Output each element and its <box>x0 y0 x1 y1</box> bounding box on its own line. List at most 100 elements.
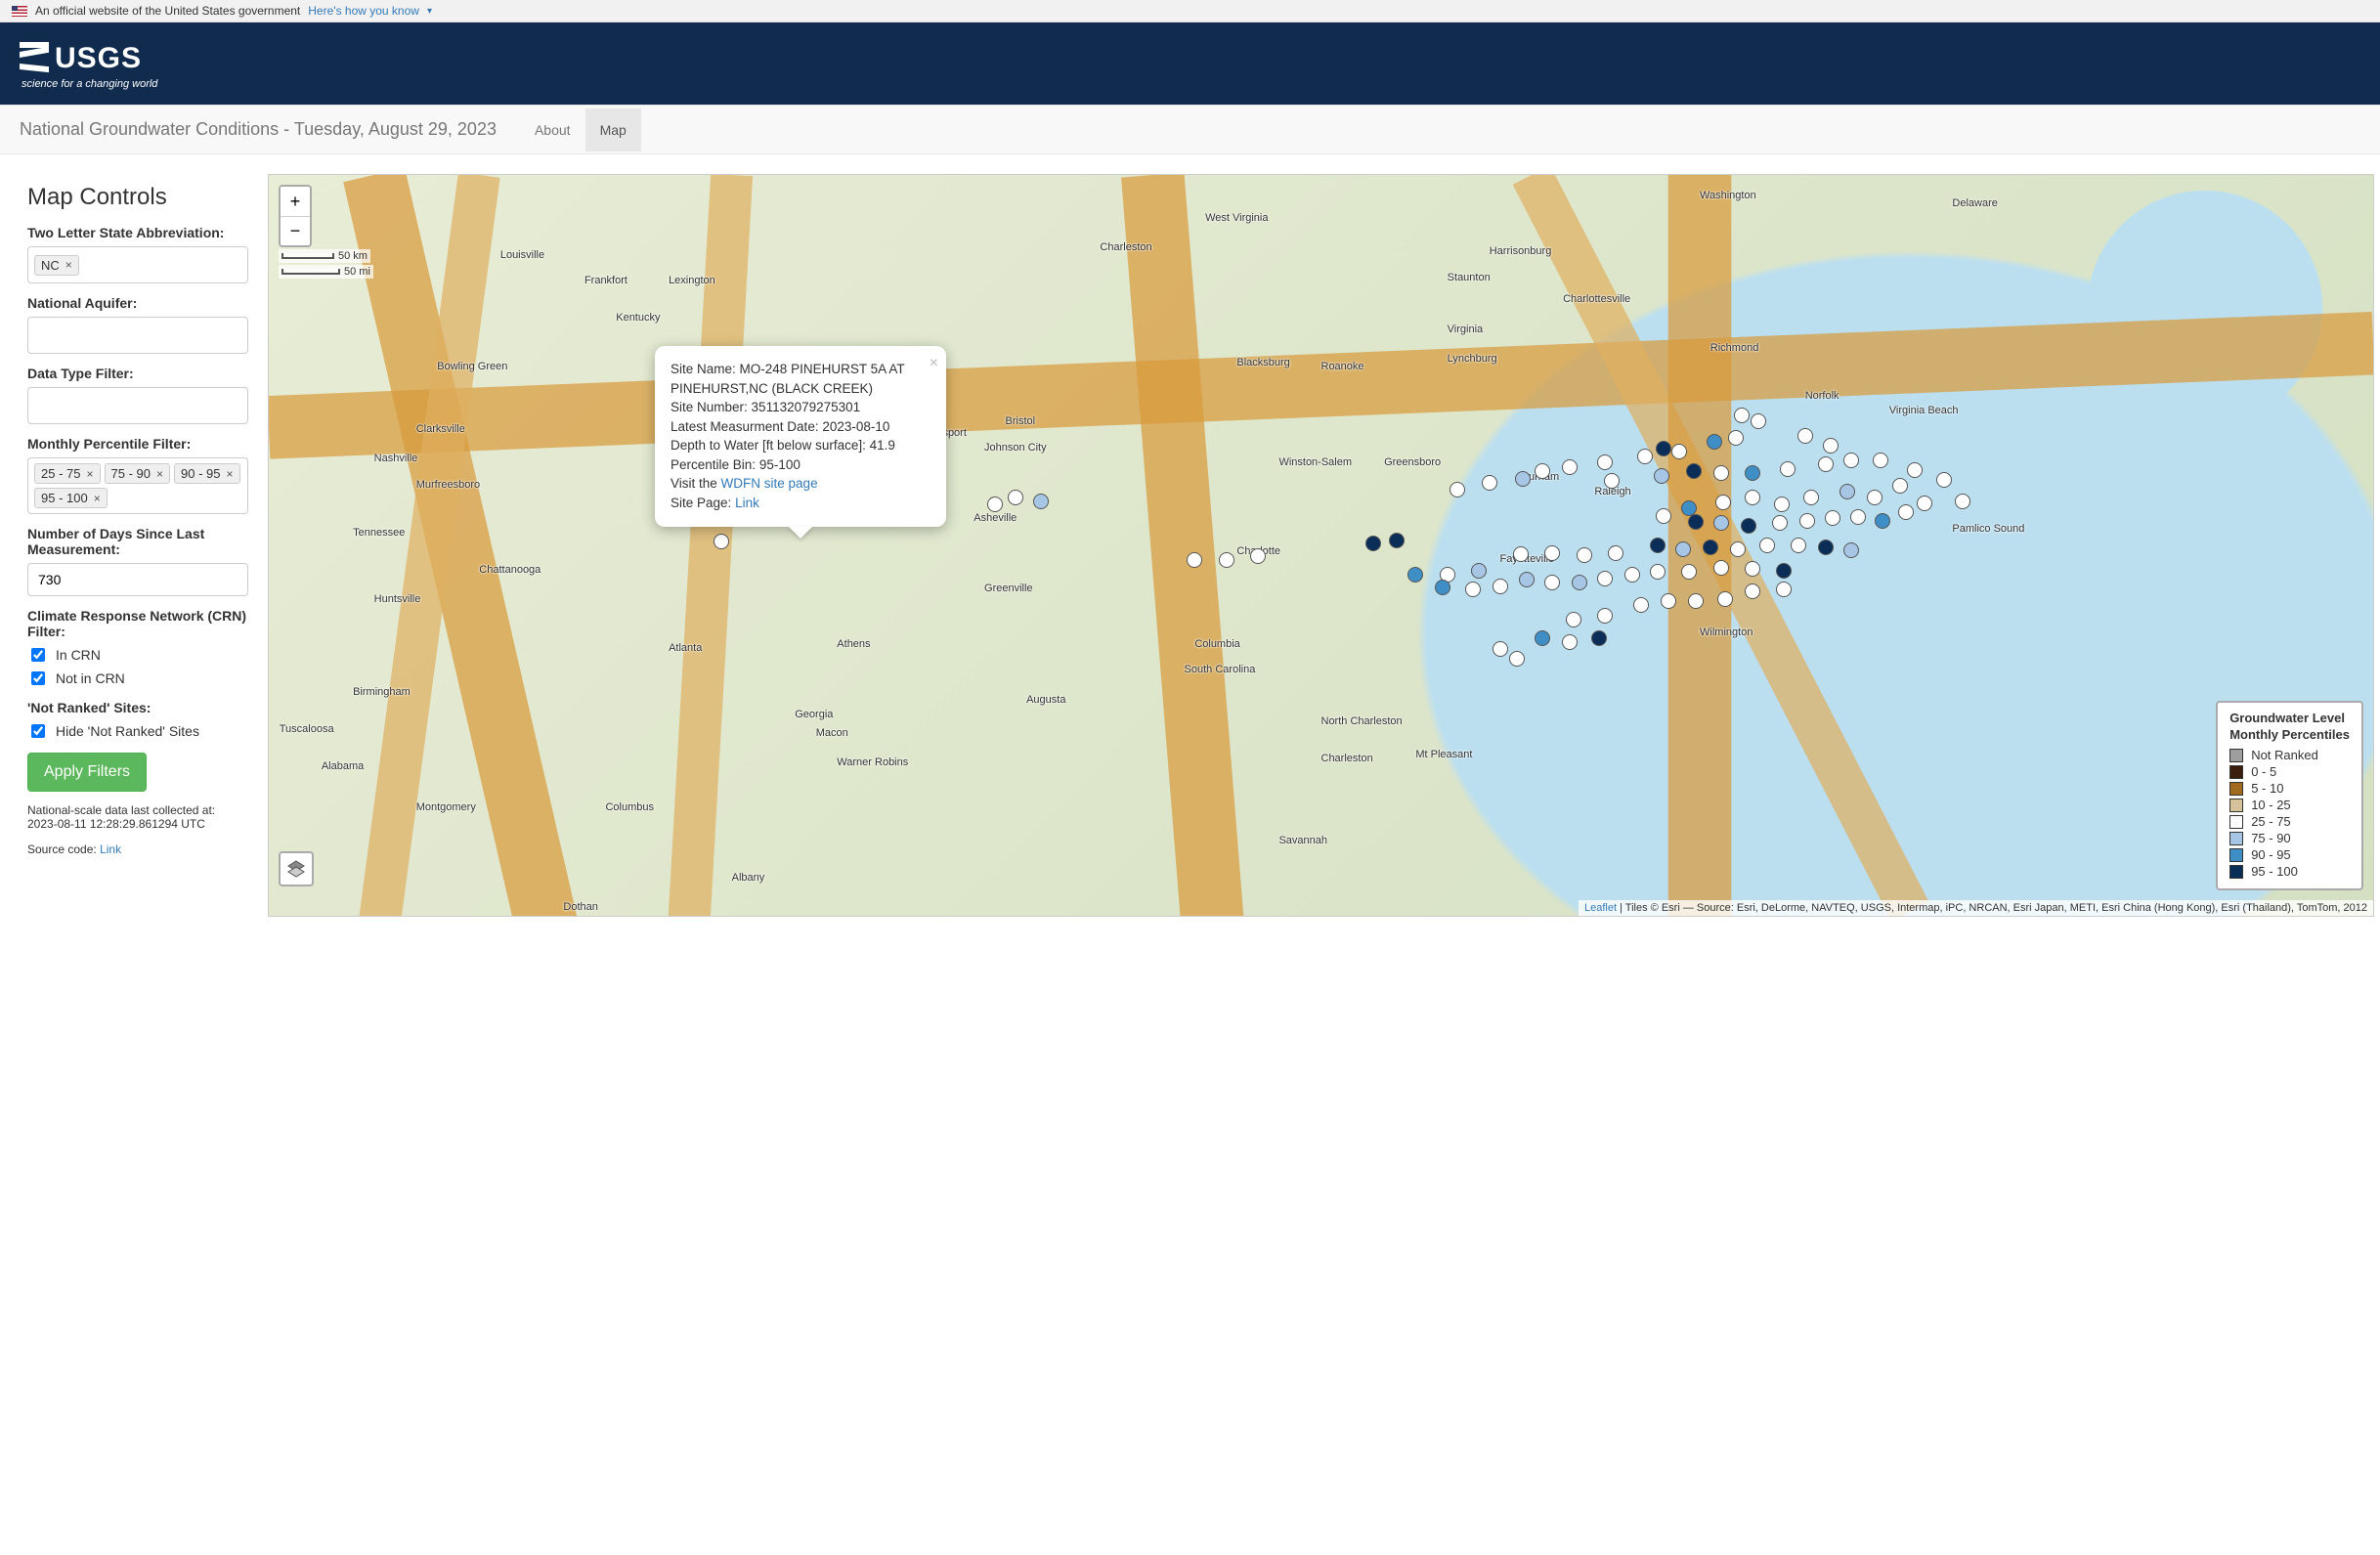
site-marker[interactable] <box>1873 453 1888 468</box>
site-marker[interactable] <box>1187 552 1202 568</box>
site-marker[interactable] <box>1745 490 1760 505</box>
site-marker[interactable] <box>1898 504 1914 520</box>
site-marker[interactable] <box>1741 518 1756 534</box>
site-marker[interactable] <box>1656 508 1671 524</box>
site-marker[interactable] <box>1604 473 1620 489</box>
site-marker[interactable] <box>1597 608 1613 624</box>
crn-in-checkbox[interactable] <box>31 648 45 662</box>
tab-about[interactable]: About <box>520 108 585 151</box>
site-marker[interactable] <box>1867 490 1882 505</box>
gov-banner-link[interactable]: Here's how you know <box>308 4 419 18</box>
datatype-input[interactable] <box>27 387 248 424</box>
site-marker[interactable] <box>1033 494 1049 509</box>
site-marker[interactable] <box>1509 651 1525 667</box>
source-code-link[interactable]: Link <box>100 842 121 856</box>
days-input[interactable] <box>27 563 248 596</box>
percentile-input[interactable]: 25 - 75×75 - 90×90 - 95×95 - 100× <box>27 457 248 514</box>
site-marker[interactable] <box>1624 567 1640 583</box>
site-marker[interactable] <box>1797 428 1813 444</box>
site-marker[interactable] <box>1791 538 1806 553</box>
site-marker[interactable] <box>1730 541 1746 557</box>
site-marker[interactable] <box>1843 542 1859 558</box>
remove-tag-icon[interactable]: × <box>226 467 233 481</box>
remove-tag-icon[interactable]: × <box>86 467 93 481</box>
site-marker[interactable] <box>1850 509 1866 525</box>
site-marker[interactable] <box>1493 641 1508 657</box>
site-marker[interactable] <box>1482 475 1497 491</box>
site-marker[interactable] <box>1519 572 1535 587</box>
layers-button[interactable] <box>279 851 314 886</box>
site-marker[interactable] <box>1675 541 1691 557</box>
site-marker[interactable] <box>1745 561 1760 577</box>
usgs-logo[interactable]: USGS science for a changing world <box>20 34 2360 93</box>
site-marker[interactable] <box>1562 634 1578 650</box>
site-marker[interactable] <box>987 497 1003 512</box>
site-marker[interactable] <box>1365 536 1381 551</box>
site-marker[interactable] <box>1465 582 1481 597</box>
site-marker[interactable] <box>1544 545 1560 561</box>
remove-tag-icon[interactable]: × <box>94 492 101 505</box>
site-marker[interactable] <box>1803 490 1819 505</box>
site-marker[interactable] <box>1799 513 1815 529</box>
popup-site-page-link[interactable]: Link <box>735 496 759 510</box>
site-marker[interactable] <box>1703 540 1718 555</box>
site-marker[interactable] <box>1493 579 1508 594</box>
remove-tag-icon[interactable]: × <box>65 258 72 272</box>
site-marker[interactable] <box>1772 515 1788 531</box>
site-marker[interactable] <box>1936 472 1952 488</box>
site-marker[interactable] <box>1818 456 1834 472</box>
site-marker[interactable] <box>1597 454 1613 470</box>
site-marker[interactable] <box>1650 564 1666 580</box>
site-marker[interactable] <box>1776 582 1792 597</box>
aquifer-input[interactable] <box>27 317 248 354</box>
site-marker[interactable] <box>1407 567 1423 583</box>
site-marker[interactable] <box>1566 612 1581 627</box>
site-marker[interactable] <box>1728 430 1744 446</box>
site-marker[interactable] <box>1535 463 1550 479</box>
site-marker[interactable] <box>1471 563 1487 579</box>
apply-filters-button[interactable]: Apply Filters <box>27 753 147 792</box>
site-marker[interactable] <box>1713 560 1729 576</box>
site-marker[interactable] <box>1774 497 1790 512</box>
popup-close-icon[interactable]: × <box>930 352 938 374</box>
site-marker[interactable] <box>1597 571 1613 586</box>
map[interactable]: WashingtonWest VirginiaCharlestonDelawar… <box>268 174 2374 917</box>
site-marker[interactable] <box>1544 575 1560 590</box>
site-marker[interactable] <box>1825 510 1840 526</box>
site-marker[interactable] <box>714 534 729 549</box>
site-marker[interactable] <box>1389 533 1405 548</box>
site-marker[interactable] <box>1572 575 1587 590</box>
site-marker[interactable] <box>1535 630 1550 646</box>
site-marker[interactable] <box>1759 538 1775 553</box>
site-marker[interactable] <box>1751 413 1766 429</box>
site-marker[interactable] <box>1654 468 1669 484</box>
site-marker[interactable] <box>1633 597 1649 613</box>
site-marker[interactable] <box>1562 459 1578 475</box>
site-marker[interactable] <box>1688 514 1704 530</box>
zoom-in-button[interactable]: + <box>281 187 310 216</box>
popup-wdfn-link[interactable]: WDFN site page <box>721 476 818 491</box>
remove-tag-icon[interactable]: × <box>156 467 163 481</box>
leaflet-link[interactable]: Leaflet <box>1584 902 1617 914</box>
tab-map[interactable]: Map <box>585 108 641 151</box>
site-marker[interactable] <box>1435 580 1450 595</box>
site-marker[interactable] <box>1450 482 1465 497</box>
site-marker[interactable] <box>1650 538 1666 553</box>
site-marker[interactable] <box>1917 496 1932 511</box>
site-marker[interactable] <box>1907 462 1923 478</box>
site-marker[interactable] <box>1513 546 1529 562</box>
site-marker[interactable] <box>1681 564 1697 580</box>
site-marker[interactable] <box>1717 591 1733 607</box>
site-marker[interactable] <box>1875 513 1890 529</box>
hide-notranked-checkbox[interactable] <box>31 724 45 738</box>
site-marker[interactable] <box>1608 545 1623 561</box>
site-marker[interactable] <box>1686 463 1702 479</box>
site-marker[interactable] <box>1955 494 1970 509</box>
site-marker[interactable] <box>1776 563 1792 579</box>
site-marker[interactable] <box>1656 441 1671 456</box>
crn-not-checkbox[interactable] <box>31 671 45 685</box>
site-marker[interactable] <box>1745 465 1760 481</box>
site-marker[interactable] <box>1671 444 1687 459</box>
site-marker[interactable] <box>1688 593 1704 609</box>
site-marker[interactable] <box>1219 552 1234 568</box>
